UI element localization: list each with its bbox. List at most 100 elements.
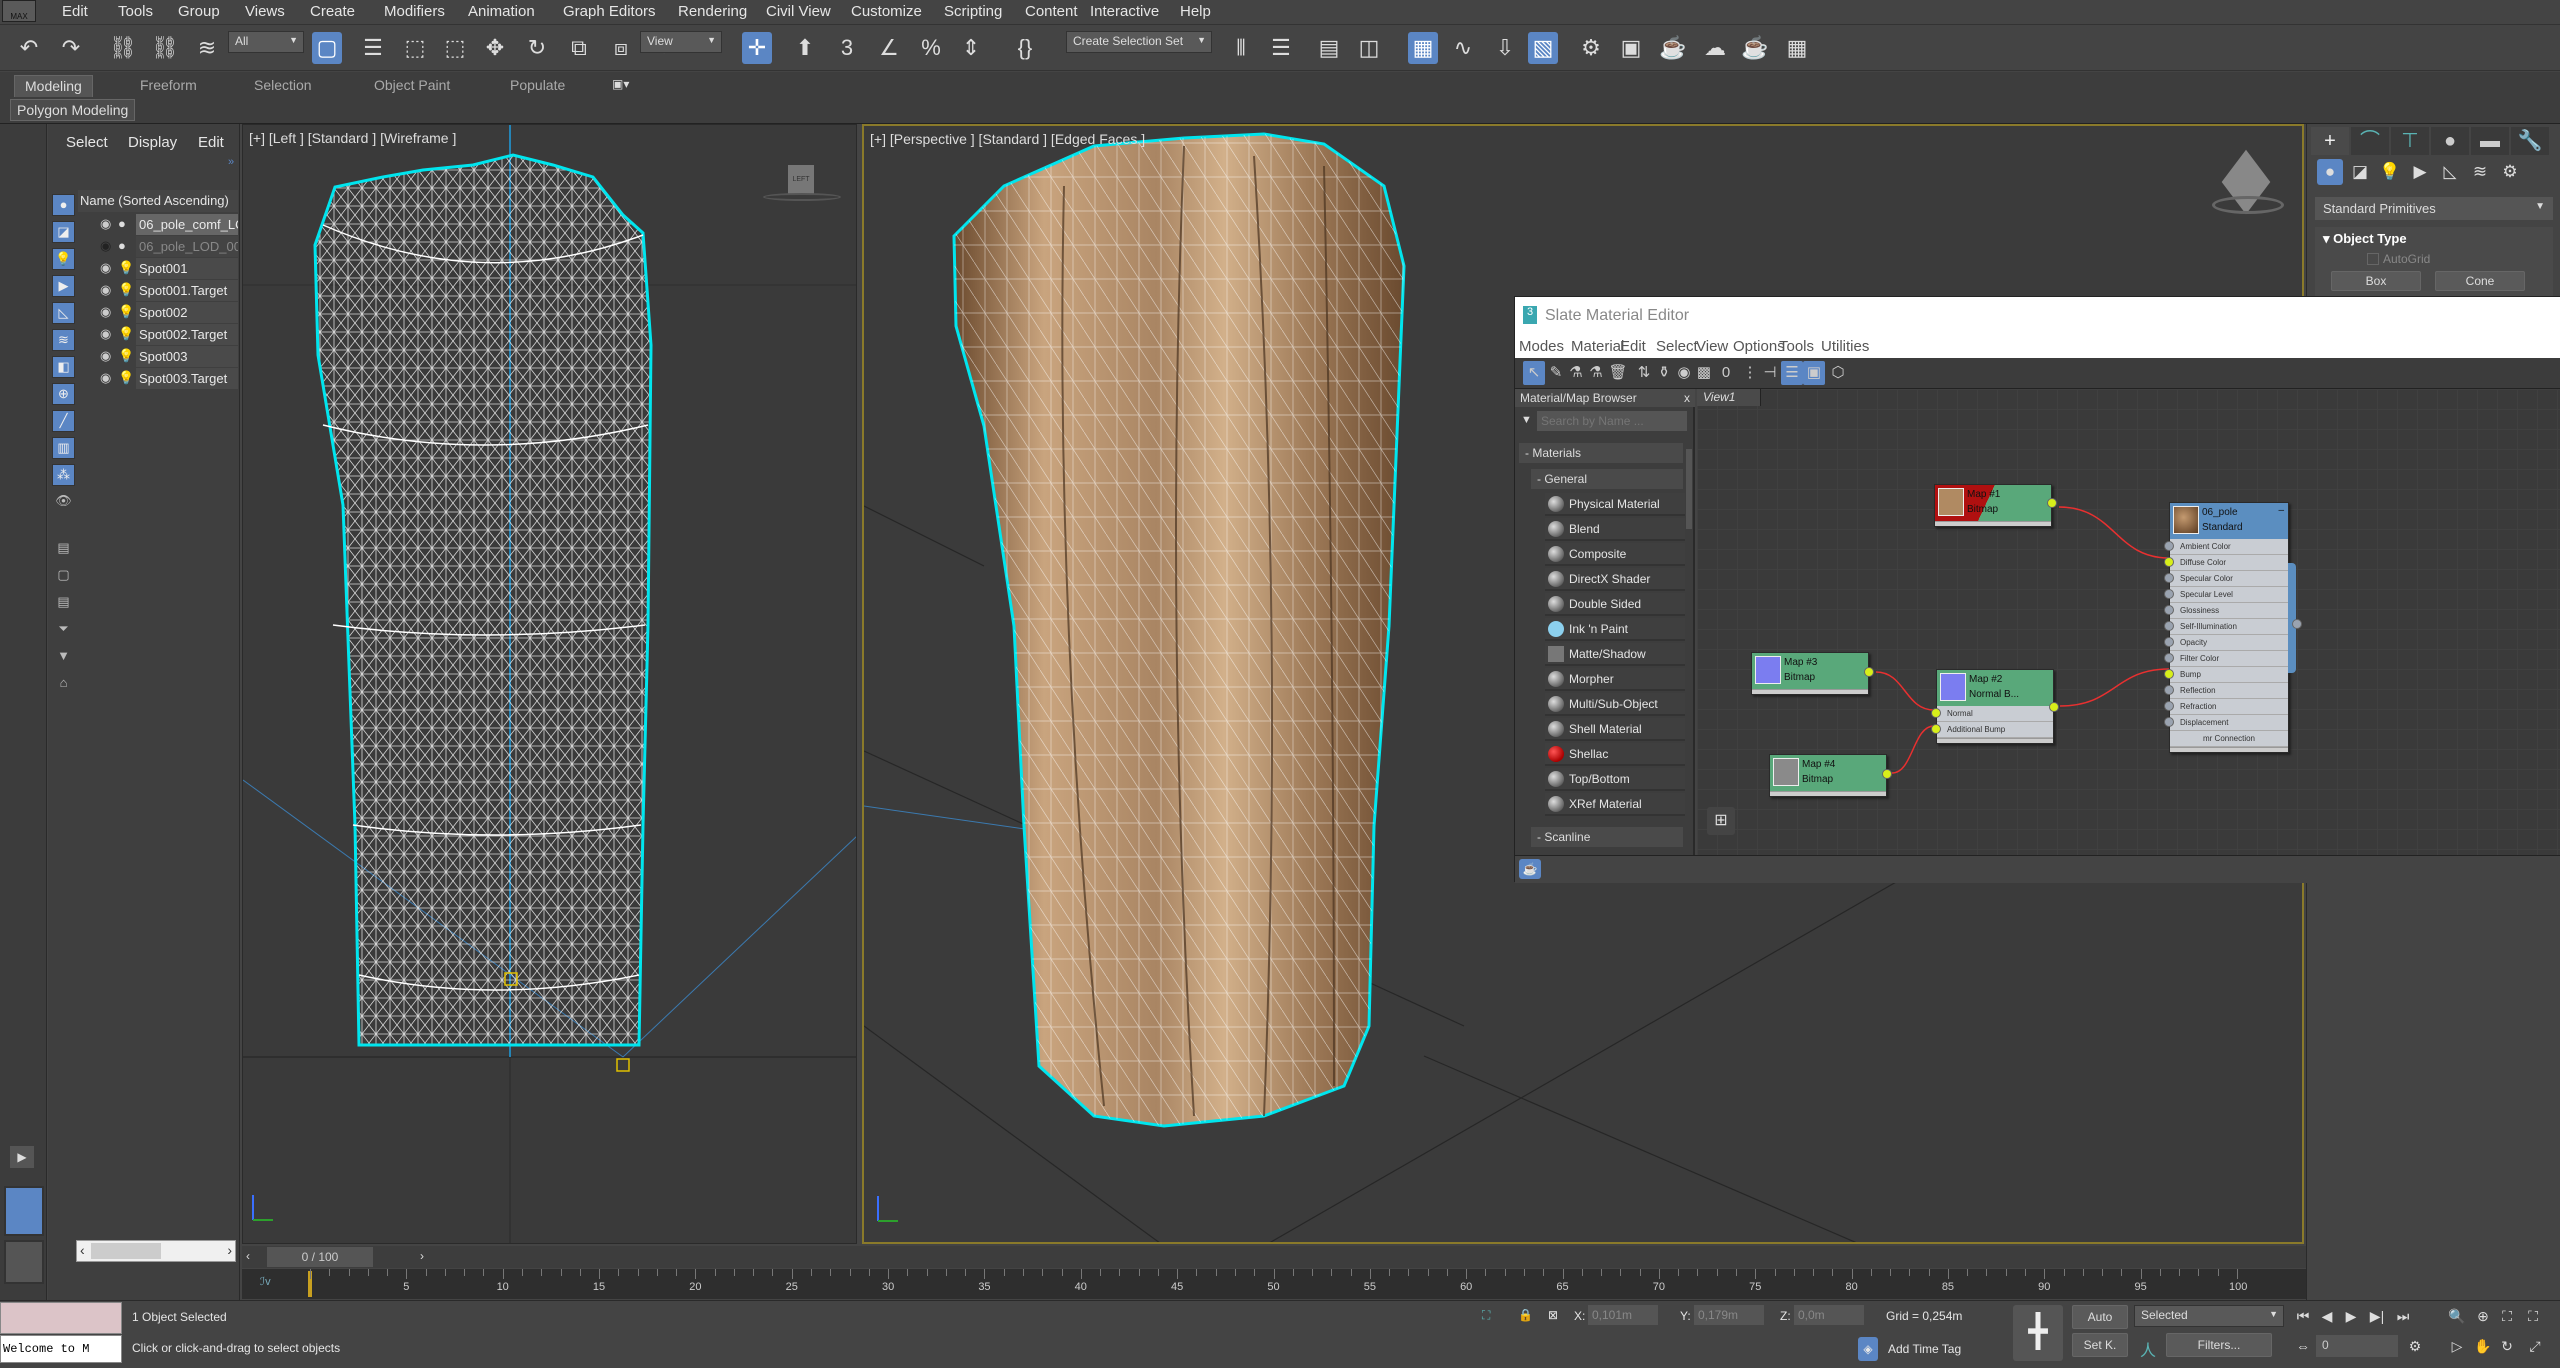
slate-menu-utilities[interactable]: Utilities [1821,338,1869,355]
layout-tab-active[interactable] [4,1186,44,1236]
prev-frame-icon[interactable]: ‹ [246,1249,250,1263]
slate-menu-modes[interactable]: Modes [1519,338,1564,355]
y-coordinate-field[interactable]: 0,179m [1694,1305,1764,1325]
scroll-right-icon[interactable]: › [227,1242,232,1258]
collapse-icon[interactable]: – [2278,503,2284,518]
menu-scripting[interactable]: Scripting [944,3,1002,20]
key-mode-toggle-icon[interactable]: ⇔ [2292,1335,2314,1357]
node-map3[interactable]: Map #3 Bitmap [1751,652,1874,695]
display-tab-icon[interactable]: ▬ [2471,127,2509,155]
visibility-eye-icon[interactable]: ◉ [100,348,111,364]
teapot-icon[interactable]: ☕ [1519,859,1541,879]
slot-diffuse-color[interactable]: Diffuse Color [2164,555,2288,571]
input-port[interactable] [2164,621,2174,631]
slate-menu-tools[interactable]: Tools [1779,338,1814,355]
zoom-icon[interactable]: 🔍 [2446,1305,2468,1327]
selection-filter-dropdown[interactable]: All [228,31,304,53]
browser-item[interactable]: Top/Bottom [1545,768,1685,791]
explorer-menu-select[interactable]: Select [66,134,108,151]
view-tab[interactable]: View1 [1697,389,1761,406]
zoom-extents-icon[interactable]: ⛶ [2496,1305,2518,1327]
create-tab-icon[interactable]: + [2311,127,2349,155]
filter-geometry-icon[interactable]: ● [52,194,75,216]
output-port[interactable] [1882,769,1892,779]
browser-item[interactable]: Blend [1545,518,1685,541]
browser-item[interactable]: Ink 'n Paint [1545,618,1685,641]
tab-populate[interactable]: Populate [500,75,575,97]
pick-material-icon[interactable]: ✎ [1545,361,1567,385]
a360-icon[interactable]: ▦ [1782,32,1812,64]
slot-refraction[interactable]: Refraction [2164,699,2288,715]
browser-item[interactable]: Double Sided [1545,593,1685,616]
auto-key-button[interactable]: Auto [2072,1305,2128,1329]
pan-icon[interactable]: ✋ [2472,1335,2494,1357]
prev-key-icon[interactable]: ◀ [2316,1305,2338,1327]
rollout-header[interactable]: ▾ Object Type [2323,231,2407,247]
menu-animation[interactable]: Animation [468,3,535,20]
material-editor-icon[interactable]: ▧ [1528,32,1558,64]
filter-bones-icon[interactable]: ╱ [52,410,75,432]
layout-tab[interactable] [4,1240,44,1284]
geometry-icon[interactable]: ● [2317,159,2343,185]
node-map1[interactable]: Map #1 Bitmap [1934,484,2057,527]
input-port[interactable] [2164,605,2174,615]
explorer-menu-display[interactable]: Display [128,134,177,151]
hide-unused-icon[interactable]: ⚱ [1653,361,1675,385]
layer-explorer-icon[interactable]: ▤ [1314,32,1344,64]
z-coordinate-field[interactable]: 0,0m [1794,1305,1864,1325]
render-iterative-icon[interactable]: ☕ [1740,32,1770,64]
modify-tab-icon[interactable]: ⌒ [2351,127,2389,155]
browser-search-input[interactable] [1537,411,1687,431]
menu-civil-view[interactable]: Civil View [766,3,831,20]
undo-icon[interactable]: ↶ [14,32,44,64]
space-warps-icon[interactable]: ≋ [2467,159,2493,185]
keyboard-shortcut-icon[interactable]: ⬆ [790,32,820,64]
viewcube-ring[interactable] [763,193,841,201]
slot-additional-bump[interactable]: Additional Bump [1931,722,2053,738]
redo-icon[interactable]: ↷ [56,32,86,64]
reference-coordinate-dropdown[interactable]: View [640,31,722,53]
put-material-icon[interactable]: ⚗ [1565,361,1587,385]
menu-tools[interactable]: Tools [118,3,153,20]
box-button[interactable]: Box [2331,271,2421,291]
input-port[interactable] [2164,589,2174,599]
maximize-viewport-icon[interactable]: ⤢ [2524,1335,2546,1357]
slot-filter-color[interactable]: Filter Color [2164,651,2288,667]
input-port[interactable] [2164,541,2174,551]
cone-button[interactable]: Cone [2435,271,2525,291]
expand-layout-icon[interactable]: ▶ [10,1146,34,1168]
slot-displacement[interactable]: Displacement [2164,715,2288,731]
mr-connection[interactable]: mr Connection [2170,731,2288,747]
explorer-scrollbar[interactable]: ‹ › [76,1240,236,1262]
move-children-icon[interactable]: ⇅ [1633,361,1655,385]
visibility-eye-icon[interactable]: ◉ [100,370,111,386]
curve-editor-icon[interactable]: ∿ [1448,32,1478,64]
add-time-tag[interactable]: Add Time Tag [1888,1342,1961,1356]
output-port[interactable] [2049,702,2059,712]
viewport-left[interactable]: [+] [Left ] [Standard ] [Wireframe ] LEF… [242,124,857,1244]
move-icon[interactable]: ✥ [480,32,510,64]
visibility-eye-icon[interactable]: ◉ [100,326,111,342]
render-cloud-icon[interactable]: ☁ [1700,32,1730,64]
mirror-icon[interactable]: ⫴ [1226,32,1256,64]
menu-modifiers[interactable]: Modifiers [384,3,445,20]
helpers-icon[interactable]: ◺ [2437,159,2463,185]
left-viewport-label[interactable]: [+] [Left ] [Standard ] [Wireframe ] [249,130,456,146]
input-port[interactable] [2164,701,2174,711]
slot-specular-level[interactable]: Specular Level [2164,587,2288,603]
zoom-all-icon[interactable]: ⊕ [2472,1305,2494,1327]
named-selection-icon[interactable]: {} [1010,32,1040,64]
browser-item[interactable]: Morpher [1545,668,1685,691]
hierarchy-tab-icon[interactable]: ⊤ [2391,127,2429,155]
binoculars-icon[interactable]: ⊞ [1707,807,1735,835]
input-port[interactable] [2164,557,2174,567]
curve-editor-toggle-icon[interactable]: ℐv [260,1275,271,1288]
slot-normal[interactable]: Normal [1931,706,2053,722]
spinner-snap-icon[interactable]: ⇕ [956,32,986,64]
layout-all-icon[interactable]: ⋮ [1739,361,1761,385]
browser-item[interactable]: Physical Material [1545,493,1685,516]
filter-groups-icon[interactable]: ◧ [52,356,75,378]
node-map2[interactable]: Map #2 Normal B... Normal Additional Bump [1931,669,2059,744]
isolate-icon[interactable]: ⛶ [1482,1308,1490,1323]
menu-rendering[interactable]: Rendering [678,3,747,20]
